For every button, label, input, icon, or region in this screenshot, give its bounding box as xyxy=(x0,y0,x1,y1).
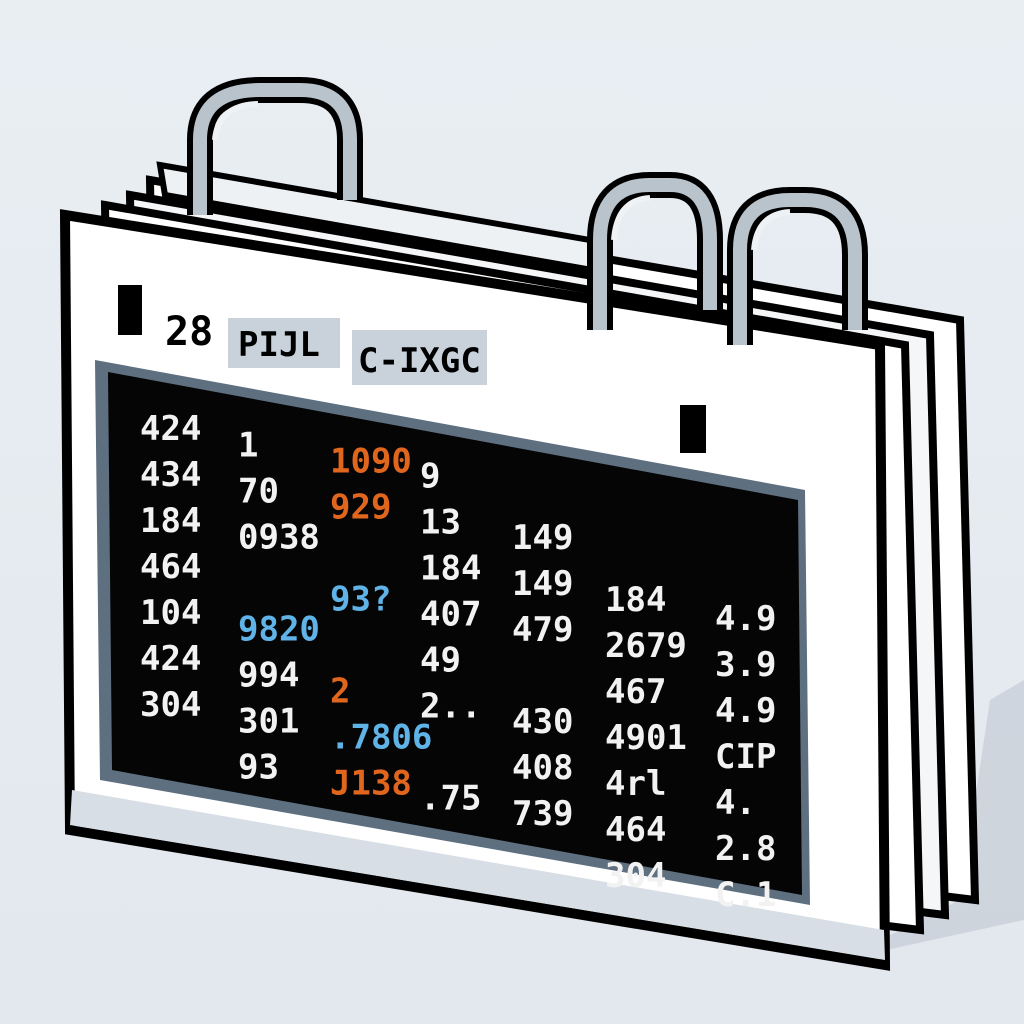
grid-cell: 464 xyxy=(140,547,201,587)
grid-cell: 149 xyxy=(512,564,573,604)
square-marker-icon xyxy=(680,405,706,453)
grid-cell: CIP xyxy=(715,737,776,777)
grid-cell: 408 xyxy=(512,748,573,788)
grid-cell: 304 xyxy=(605,856,666,896)
grid-cell: 304 xyxy=(140,685,201,725)
grid-cell: 1090 xyxy=(330,441,412,481)
grid-cell: 3.9 xyxy=(715,645,776,685)
grid-cell: 994 xyxy=(238,656,299,696)
grid-cell: 430 xyxy=(512,702,573,742)
grid-cell: 9 xyxy=(420,457,440,497)
grid-cell: 0938 xyxy=(238,518,320,558)
grid-cell: 2.8 xyxy=(715,829,776,869)
grid-cell: 184 xyxy=(140,501,201,541)
label-chip-1-text: PIJL xyxy=(238,325,320,365)
grid-cell: 149 xyxy=(512,518,573,558)
grid-cell: 49 xyxy=(420,641,461,681)
day-number: 28 xyxy=(165,309,213,355)
square-marker-icon xyxy=(118,285,142,335)
label-chip-2: C-IXGC xyxy=(352,330,487,385)
grid-cell: 9820 xyxy=(238,610,320,650)
grid-cell: 2679 xyxy=(605,626,687,666)
grid-cell: 184 xyxy=(605,580,666,620)
grid-cell: 2 xyxy=(330,671,350,711)
grid-cell: 4901 xyxy=(605,718,687,758)
grid-cell: J138 xyxy=(330,763,412,803)
grid-cell: 4. xyxy=(715,783,756,823)
grid-cell: 4rl xyxy=(605,764,666,804)
grid-cell: 467 xyxy=(605,672,666,712)
grid-cell: .7806 xyxy=(330,717,432,757)
grid-cell: 424 xyxy=(140,639,201,679)
grid-cell: .75 xyxy=(420,779,481,819)
grid-cell: 1 xyxy=(238,426,258,466)
grid-cell: 479 xyxy=(512,610,573,650)
grid-cell: 4.9 xyxy=(715,599,776,639)
grid-cell: 104 xyxy=(140,593,201,633)
grid-cell: 184 xyxy=(420,549,481,589)
grid-cell: 434 xyxy=(140,455,201,495)
illustration-stage: 28 PIJL C-IXGC 424 1 1090 9 434 70 929 13 149 184… xyxy=(0,0,1024,1024)
grid-cell: 739 xyxy=(512,794,573,834)
grid-cell: 93? xyxy=(330,579,391,619)
grid-cell: 70 xyxy=(238,472,279,512)
pixel-calendar-illustration: 28 PIJL C-IXGC 424 1 1090 9 434 70 929 13 149 184… xyxy=(59,77,1024,971)
grid-cell: 929 xyxy=(330,487,391,527)
grid-cell: C.1 xyxy=(715,875,776,915)
label-chip-2-text: C-IXGC xyxy=(358,341,481,381)
label-chip-1: PIJL xyxy=(228,318,340,368)
grid-cell: 424 xyxy=(140,409,201,449)
grid-cell: 4.9 xyxy=(715,691,776,731)
grid-cell: 13 xyxy=(420,503,461,543)
grid-cell: 93 xyxy=(238,748,279,788)
grid-cell: 407 xyxy=(420,595,481,635)
grid-cell: 464 xyxy=(605,810,666,850)
grid-cell: 301 xyxy=(238,702,299,742)
